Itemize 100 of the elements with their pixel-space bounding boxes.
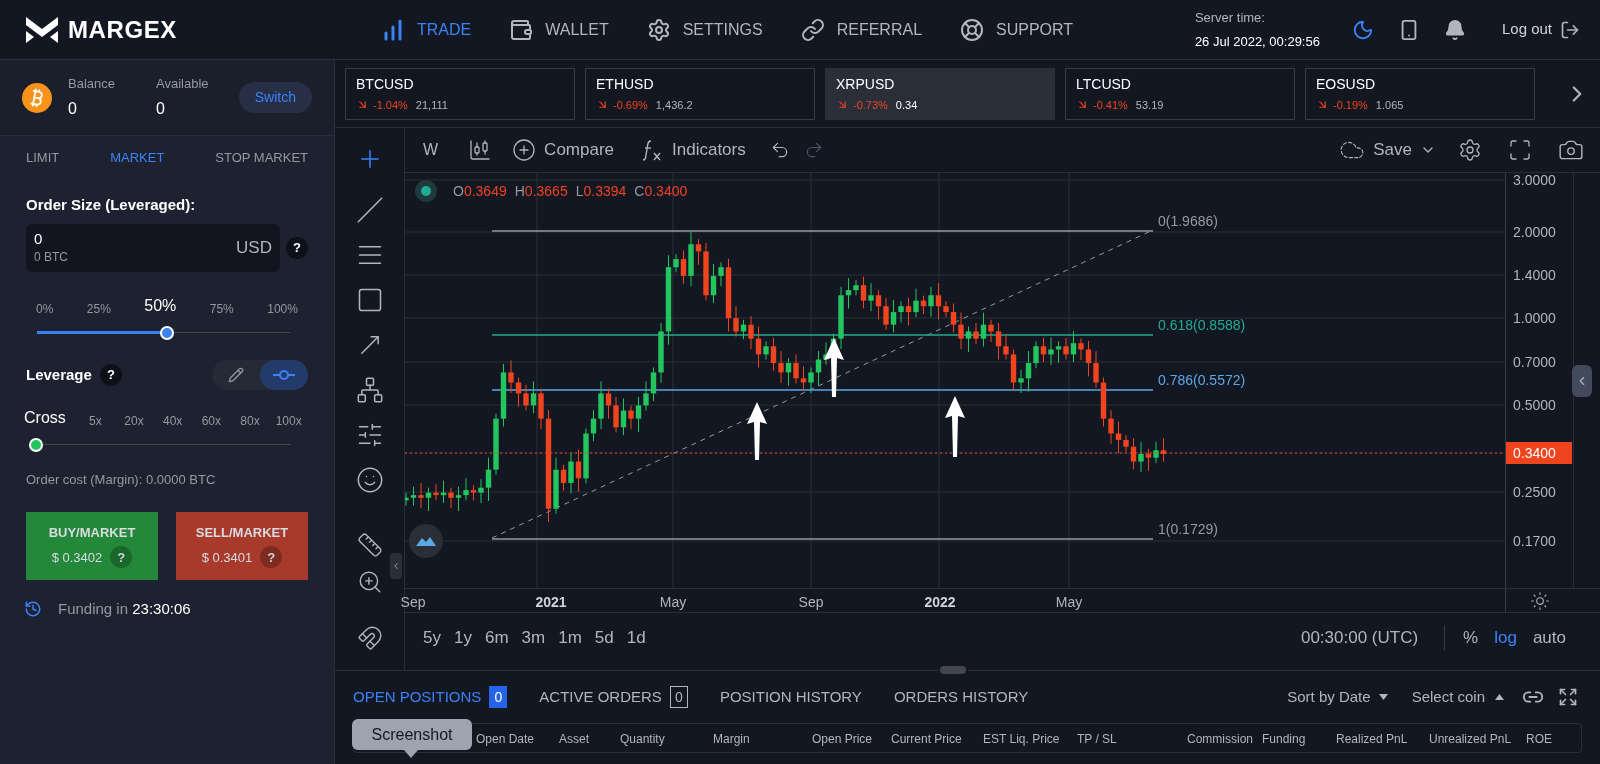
column-header: Funding (1262, 731, 1306, 748)
available-label: Available (156, 74, 209, 93)
magnet-icon[interactable] (356, 625, 383, 651)
percent-label[interactable]: 0% (36, 300, 54, 318)
price-tick: 1.4000 (1513, 268, 1556, 282)
range-button[interactable]: 1d (626, 625, 646, 651)
column-header: Asset (559, 731, 589, 748)
percent-label[interactable]: 50% (144, 294, 177, 318)
range-button[interactable]: 5d (594, 625, 614, 651)
ticker-symbol: LTCUSD (1076, 74, 1132, 94)
fullscreen-icon[interactable] (1508, 138, 1532, 162)
ohlc-value: O0.3649 (453, 181, 507, 201)
bell-icon[interactable] (1443, 18, 1466, 41)
nav-link[interactable]: REFERRAL (800, 17, 923, 42)
resize-handle[interactable] (938, 664, 968, 676)
ticker-symbol: ETHUSD (596, 74, 655, 94)
sort-dropdown[interactable]: Sort by Date (1287, 685, 1388, 709)
leverage-mode-option[interactable] (260, 360, 308, 390)
scale-button[interactable]: log (1494, 625, 1517, 651)
order-type-tab[interactable]: MARKET (110, 148, 165, 168)
size-slider-thumb[interactable] (160, 326, 174, 340)
chevron-left-icon (391, 561, 401, 571)
moon-icon[interactable] (1351, 18, 1374, 41)
nav-link[interactable]: TRADE (381, 17, 472, 42)
order-type-tab[interactable]: LIMIT (26, 148, 60, 168)
range-button[interactable]: 5y (423, 625, 441, 651)
positions-tab[interactable]: ORDERS HISTORY (893, 685, 1029, 709)
switch-button[interactable]: Switch (238, 82, 312, 113)
help-icon[interactable]: ? (99, 364, 122, 386)
clock-icon (24, 599, 42, 618)
ruler-icon[interactable] (356, 532, 383, 558)
ticker-card[interactable]: EOSUSD -0.19% 1.065 (1305, 67, 1535, 120)
leverage-label: Leverage (26, 364, 92, 385)
percent-label[interactable]: 25% (86, 300, 111, 318)
compare-button[interactable]: Compare (512, 137, 615, 163)
line-tool-icon[interactable] (355, 195, 384, 224)
ticker-price: 1,436.2 (655, 97, 693, 113)
ticker-card[interactable]: ETHUSD -0.69% 1,436.2 (585, 67, 815, 120)
fullscreen-icon[interactable] (1558, 687, 1578, 707)
leverage-label[interactable]: Cross (24, 406, 76, 430)
indicators-button[interactable]: Indicators (640, 137, 746, 163)
leverage-label[interactable]: 80x (230, 412, 270, 430)
order-size-field[interactable]: 0 0 BTC USD (26, 224, 280, 272)
ticker-card[interactable]: XRPUSD -0.73% 0.34 (825, 67, 1055, 120)
percent-label[interactable]: 75% (209, 300, 234, 318)
column-header: Realized PnL (1336, 731, 1408, 748)
price-tick: 0.2500 (1513, 485, 1556, 499)
leverage-label[interactable]: 5x (76, 412, 115, 430)
scale-button[interactable]: auto (1532, 625, 1566, 651)
help-icon[interactable]: ? (260, 546, 283, 569)
help-icon[interactable]: ? (110, 546, 133, 569)
ticker-card[interactable]: BTCUSD -1.04% 21,111 (345, 67, 575, 120)
side-panel-toggle[interactable] (1572, 364, 1592, 397)
ticker-card[interactable]: LTCUSD -0.41% 53.19 (1065, 67, 1295, 120)
order-type-tab[interactable]: STOP MARKET (215, 148, 308, 168)
range-button[interactable]: 3m (521, 625, 546, 651)
ticker-price: 0.34 (895, 97, 918, 113)
ticker-price: 53.19 (1135, 97, 1164, 113)
ticker-price: 21,111 (415, 97, 448, 113)
server-time: 26 Jul 2022, 00:29:56 (1194, 32, 1320, 51)
time-zone[interactable]: 00:30:00 (UTC) (1300, 625, 1419, 651)
settings-icon[interactable] (1458, 138, 1482, 162)
balance-value: 0 (68, 99, 78, 120)
ticker-symbol: BTCUSD (356, 74, 415, 94)
nav-link[interactable]: SETTINGS (646, 17, 763, 42)
server-time-label: Server time: (1194, 9, 1266, 27)
smiley-icon[interactable] (355, 465, 384, 494)
help-icon[interactable]: ? (286, 237, 308, 259)
leverage-label[interactable]: 40x (153, 412, 192, 430)
column-header: Current Price (891, 731, 962, 748)
scale-button[interactable]: % (1463, 625, 1479, 651)
column-header: Margin (713, 731, 750, 748)
buy-market-button[interactable]: BUY/MARKET $ 0.3402 ? (26, 511, 158, 580)
percent-label[interactable]: 100% (267, 300, 298, 318)
interval-button[interactable]: W (415, 138, 447, 162)
leverage-label[interactable]: 20x (114, 412, 154, 430)
positions-tab[interactable]: OPEN POSITIONS 0 (353, 685, 508, 709)
leverage-label[interactable]: 60x (192, 412, 231, 430)
sun-icon[interactable] (1529, 590, 1550, 611)
positions-tab[interactable]: POSITION HISTORY (719, 685, 862, 709)
ticker-symbol: XRPUSD (836, 74, 896, 94)
order-cost-text: Order cost (Margin): 0.0000 BTC (26, 471, 217, 489)
logout-icon[interactable] (1560, 19, 1580, 40)
range-button[interactable]: 1m (558, 625, 582, 651)
nodes-icon[interactable] (355, 375, 384, 404)
positions-tab[interactable]: ACTIVE ORDERS 0 (539, 685, 688, 709)
leverage-mode-toggle[interactable] (212, 360, 308, 390)
nav-link[interactable]: WALLET (509, 17, 609, 42)
save-button[interactable]: Save (1339, 137, 1436, 163)
coin-dropdown[interactable]: Select coin (1411, 685, 1504, 709)
range-button[interactable]: 6m (484, 625, 509, 651)
last-price-badge: 0.3400 (1506, 442, 1572, 464)
collapse-handle[interactable] (390, 553, 402, 579)
sell-market-button[interactable]: SELL/MARKET $ 0.3401 ? (176, 511, 308, 580)
leverage-slider-thumb[interactable] (29, 438, 43, 452)
logout-link[interactable]: Log out (1501, 18, 1552, 41)
nav-link[interactable]: SUPPORT (960, 17, 1074, 42)
leverage-label[interactable]: 100x (269, 412, 309, 430)
fib-level-label: 1(0.1729) (1158, 521, 1218, 537)
range-button[interactable]: 1y (453, 625, 472, 651)
